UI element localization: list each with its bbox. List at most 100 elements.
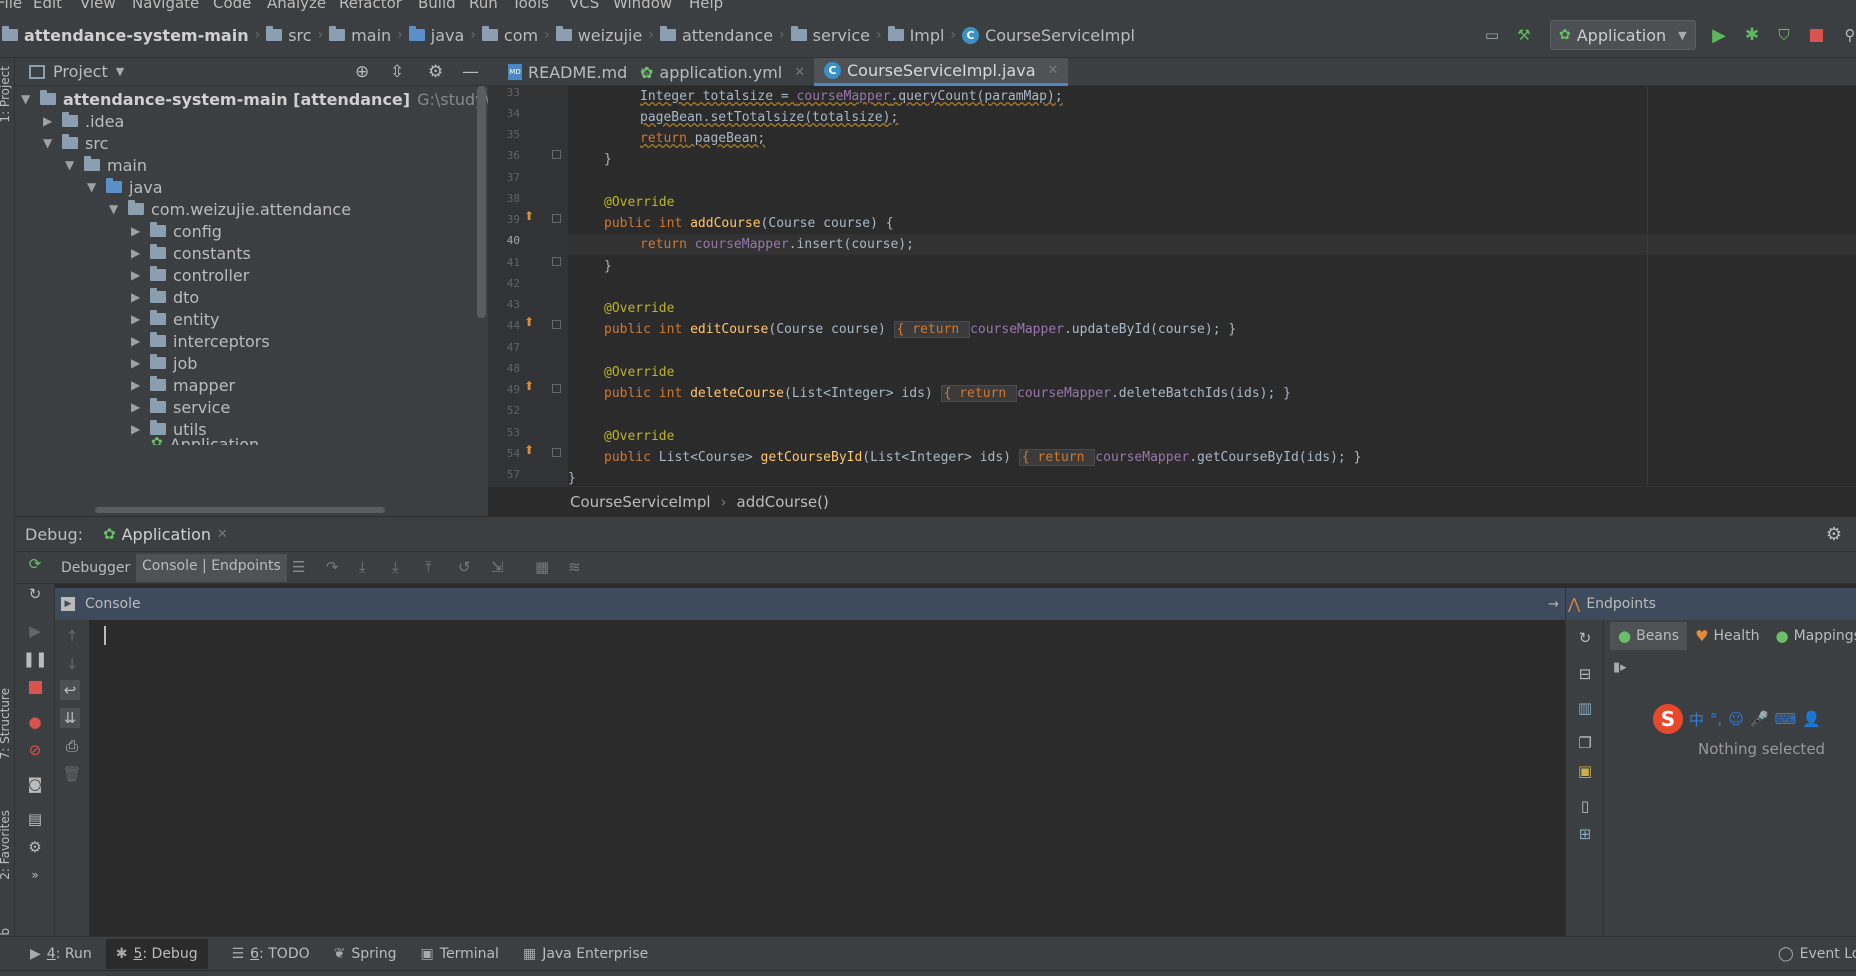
fold-marker-icon[interactable] [552, 150, 561, 159]
run-to-cursor-icon[interactable]: ⇲ [491, 558, 504, 576]
tab-beans[interactable]: ● Beans [1610, 622, 1688, 650]
rerun-icon[interactable]: ⟳ [25, 554, 45, 574]
todo-tool-button[interactable]: ☰ 6: TODO [232, 946, 310, 962]
ime-logo-icon[interactable]: S [1653, 704, 1683, 734]
step-into-icon[interactable]: ⤓ [359, 558, 366, 576]
spring-tool-button[interactable]: ❦ Spring [334, 946, 397, 962]
print-icon[interactable]: ⎙ [62, 736, 82, 756]
close-icon[interactable]: ✕ [794, 65, 805, 80]
breadcrumb-method[interactable]: addCourse() [737, 493, 829, 511]
menu-edit[interactable]: Edit [33, 0, 62, 12]
menu-tools[interactable]: Tools [512, 0, 549, 12]
debug-tool-button[interactable]: ✱ 5: Debug [105, 938, 208, 969]
ime-keyboard-icon[interactable]: ⌨ [1775, 710, 1797, 728]
menu-vcs[interactable]: VCS [569, 0, 599, 12]
tab-health[interactable]: ♥ Health [1687, 622, 1767, 650]
stop-icon[interactable] [1806, 25, 1826, 45]
java-enterprise-tool-button[interactable]: ▦ Java Enterprise [523, 946, 648, 962]
breadcrumb-main[interactable]: main [351, 26, 391, 45]
breadcrumb-src[interactable]: src [288, 26, 311, 45]
diagram-icon[interactable]: ▥ [1575, 698, 1595, 718]
menu-lines-icon[interactable]: ☰ [292, 558, 305, 576]
gear-icon[interactable]: ⚙ [25, 837, 45, 857]
down-arrow-icon[interactable]: ↓ [62, 654, 82, 674]
run-configuration-select[interactable]: ✿ Application ▼ [1550, 20, 1696, 50]
tree-horizontal-scrollbar[interactable] [95, 507, 385, 513]
camera-icon[interactable]: ◙ [25, 774, 45, 794]
run-tool-button[interactable]: ▶ 4: Run [30, 946, 92, 962]
resume-icon[interactable]: ▶ [25, 621, 45, 641]
minimize-icon[interactable]: — [462, 62, 479, 82]
soft-wrap-icon[interactable]: ↩ [60, 680, 80, 700]
debug-bug-icon[interactable]: ✱ [1742, 25, 1762, 45]
ime-emoji-icon[interactable]: ☺ [1728, 710, 1744, 728]
more-icon[interactable]: » [25, 865, 45, 885]
ime-chinese-mode[interactable]: 中 [1689, 709, 1704, 730]
menu-view[interactable]: View [80, 0, 116, 12]
fold-marker-icon[interactable] [552, 448, 561, 457]
run-icon[interactable]: ▶ [1709, 25, 1729, 46]
chevron-down-icon[interactable]: ▼ [116, 65, 124, 78]
document-icon[interactable]: ▯ [1575, 796, 1595, 816]
close-icon[interactable]: ✕ [1048, 63, 1059, 78]
breadcrumb-com[interactable]: com [504, 26, 538, 45]
folded-region[interactable]: { return [940, 385, 1018, 402]
event-log-tool-button[interactable]: ◯ Event Log [1778, 946, 1856, 962]
collapse-all-icon[interactable]: ⇳ [390, 62, 404, 82]
folded-region[interactable]: { return [1018, 449, 1096, 466]
evaluate-icon[interactable]: ▦ [535, 558, 549, 576]
step-over-icon[interactable]: ↷ [326, 558, 339, 576]
structure-tool-button[interactable]: 7: Structure [0, 688, 12, 759]
pause-icon[interactable]: ❚❚ [22, 649, 47, 669]
breadcrumb-impl[interactable]: Impl [910, 26, 945, 45]
breadcrumb-class[interactable]: CourseServiceImpl [570, 493, 711, 511]
library-icon[interactable]: ▣ [1575, 761, 1595, 781]
up-arrow-icon[interactable]: ↑ [62, 626, 82, 646]
tab-application-yml[interactable]: ✿ application.yml ✕ [630, 58, 815, 86]
project-tool-button[interactable]: 1: Project [0, 66, 12, 123]
tab-debugger[interactable]: Debugger [57, 558, 134, 578]
stop-icon[interactable] [25, 677, 45, 697]
close-icon[interactable]: ✕ [217, 527, 228, 542]
gear-icon[interactable]: ⚙ [1826, 524, 1842, 545]
menu-analyze[interactable]: Analyze [267, 0, 326, 12]
filter-icon[interactable]: ⊟ [1575, 664, 1595, 684]
layout-icon[interactable]: ⊞ [1575, 824, 1595, 844]
scroll-to-end-icon[interactable]: ⇊ [60, 708, 80, 728]
refresh-icon[interactable]: ↻ [25, 584, 45, 604]
drop-frame-icon[interactable]: ↺ [458, 558, 471, 576]
window-icon[interactable]: ▭ [1482, 25, 1502, 45]
layout-icon[interactable]: ▤ [25, 809, 45, 829]
code-editor[interactable]: Integer totalsize = courseMapper.queryCo… [568, 86, 1856, 486]
breadcrumb-class[interactable]: CourseServiceImpl [985, 26, 1135, 45]
menu-build[interactable]: Build [418, 0, 456, 12]
tab-console-endpoints[interactable]: Console | Endpoints [136, 554, 287, 582]
breadcrumb-project[interactable]: attendance-system-main [24, 26, 249, 45]
step-out-icon[interactable]: ⤒ [425, 558, 432, 576]
debug-session-tab[interactable]: Application [122, 525, 211, 544]
breadcrumb-attendance[interactable]: attendance [682, 26, 773, 45]
fold-marker-icon[interactable] [552, 257, 561, 266]
trace-icon[interactable]: ≋ [568, 558, 581, 576]
force-step-into-icon[interactable]: ⤓ [392, 558, 399, 576]
menu-file[interactable]: File [0, 0, 22, 12]
menu-window[interactable]: Window [613, 0, 672, 12]
breadcrumb-weizujie[interactable]: weizujie [578, 26, 643, 45]
fold-marker-icon[interactable] [552, 384, 561, 393]
implements-method-icon[interactable]: ⬆ [524, 209, 534, 223]
folded-region[interactable]: { return [893, 321, 971, 338]
terminal-tool-button[interactable]: ▣ Terminal [421, 946, 499, 962]
trash-icon[interactable]: 🗑 [62, 764, 82, 784]
tree-item-application[interactable]: ✿ Application [151, 427, 259, 445]
gear-icon[interactable]: ⚙ [428, 62, 443, 82]
pin-arrow-icon[interactable]: → [1548, 597, 1559, 612]
context-icon[interactable]: ▮▸ [1613, 660, 1627, 675]
favorites-tool-button[interactable]: 2: Favorites [0, 810, 12, 880]
copy-icon[interactable]: ❐ [1575, 733, 1595, 753]
project-view-title[interactable]: Project [53, 62, 108, 81]
ime-user-icon[interactable]: 👤 [1802, 710, 1821, 728]
tab-courseserviceimpl[interactable]: C CourseServiceImpl.java ✕ [814, 58, 1069, 86]
breadcrumb-service[interactable]: service [813, 26, 870, 45]
implements-method-icon[interactable]: ⬆ [524, 379, 534, 393]
fold-marker-icon[interactable] [552, 214, 561, 223]
